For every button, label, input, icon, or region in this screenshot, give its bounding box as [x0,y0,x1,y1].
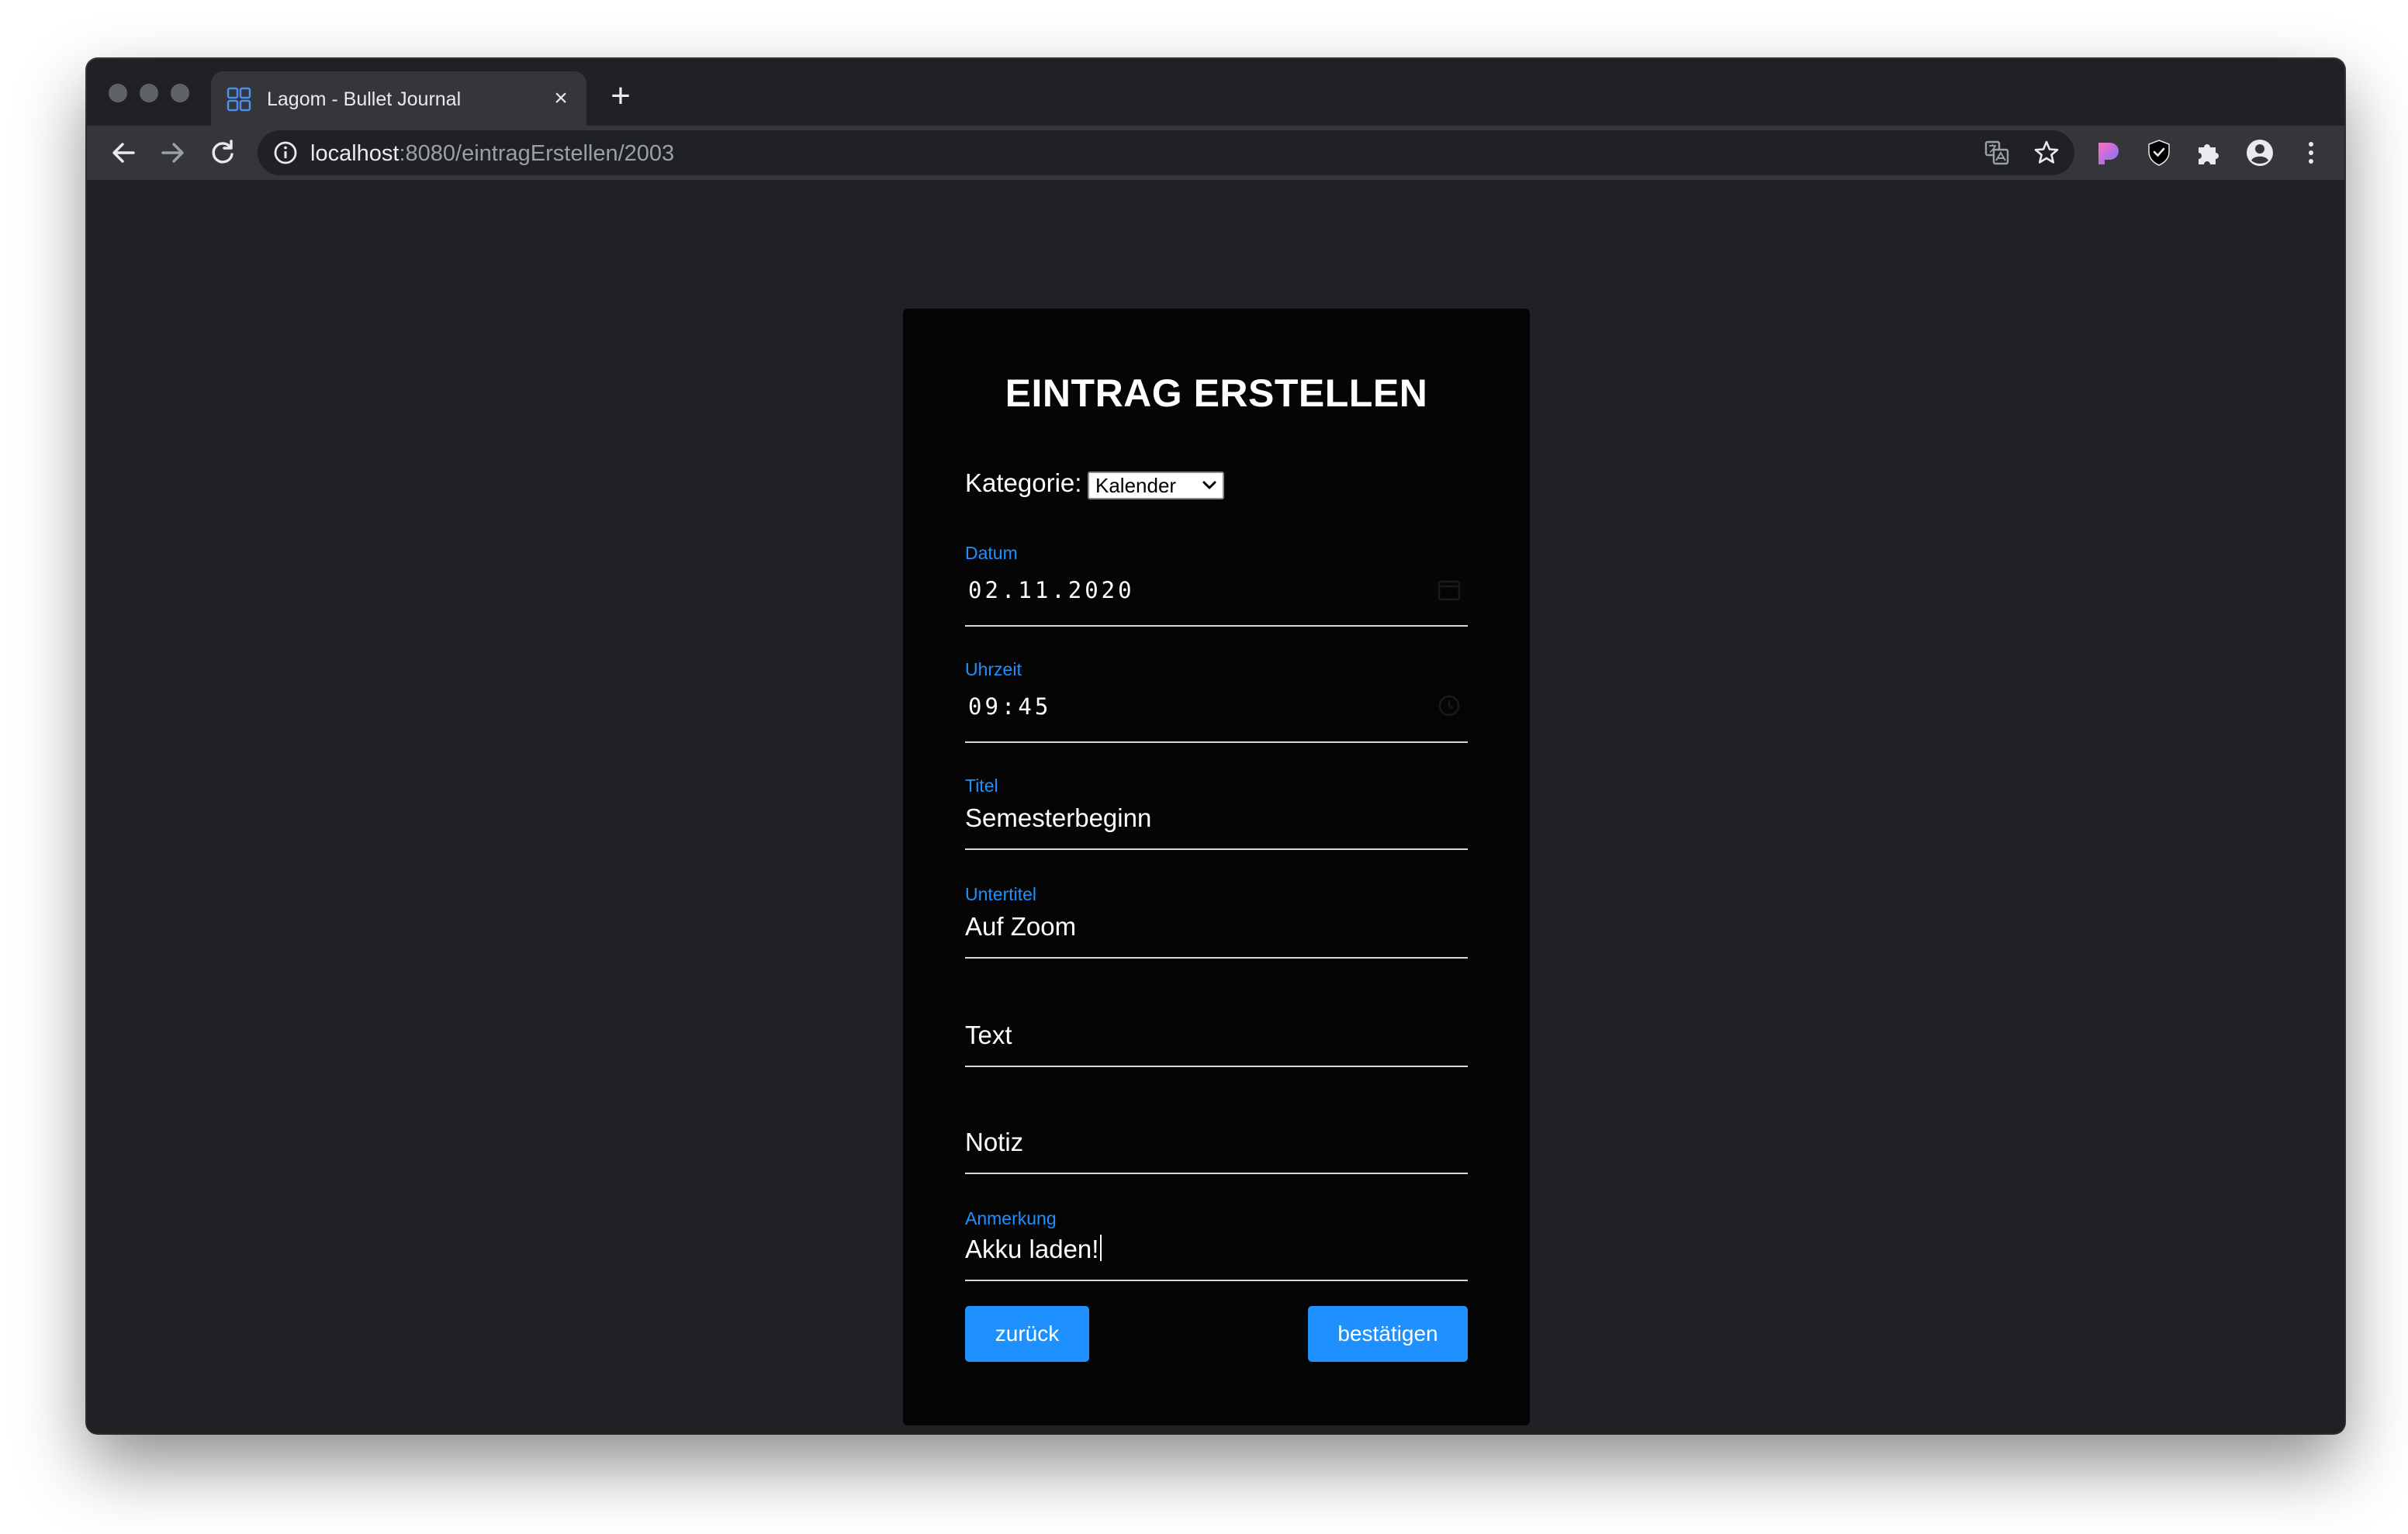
minimize-window-button[interactable] [140,84,158,102]
more-vert-icon[interactable] [2295,136,2327,169]
clock-icon[interactable] [1437,693,1462,718]
kategorie-selected-value: Kalender [1095,474,1177,497]
tab-title: Lagom - Bullet Journal [267,88,462,110]
titel-field[interactable]: Titel Semesterbeginn [965,776,1468,850]
uhrzeit-input[interactable]: 09:45 [968,693,1051,720]
active-tab[interactable]: Lagom - Bullet Journal × [211,71,586,126]
untertitel-input[interactable]: Auf Zoom [965,912,1076,941]
account-icon[interactable] [2244,136,2276,169]
url-text[interactable]: localhost:8080/eintragErstellen/2003 [310,141,674,167]
calendar-icon[interactable] [1437,577,1462,602]
kategorie-select[interactable]: Kalender [1088,472,1224,499]
anmerkung-field[interactable]: Anmerkung Akku laden! [965,1208,1468,1281]
close-icon[interactable]: × [548,85,574,112]
text-caret [1100,1235,1102,1261]
address-bar[interactable]: localhost:8080/eintragErstellen/2003 [258,130,2074,175]
extension-color-icon[interactable] [2091,136,2124,169]
star-icon[interactable] [2031,137,2062,168]
reload-icon[interactable] [203,133,242,172]
anmerkung-input[interactable]: Akku laden! [965,1235,1102,1264]
page-title: EINTRAG ERSTELLEN [1005,371,1428,415]
new-tab-button[interactable]: + [605,79,636,113]
url-path: :8080/eintragErstellen/2003 [399,141,675,166]
arrow-right-icon[interactable] [154,133,192,172]
translate-icon[interactable] [1981,137,2012,168]
titel-label: Titel [965,776,998,796]
anmerkung-value: Akku laden! [965,1235,1099,1263]
browser-toolbar: localhost:8080/eintragErstellen/2003 [87,126,2344,180]
puzzle-icon[interactable] [2192,136,2225,169]
untertitel-field[interactable]: Untertitel Auf Zoom [965,884,1468,959]
arrow-left-icon[interactable] [104,133,143,172]
tab-strip: Lagom - Bullet Journal × + [87,59,2344,126]
datum-field[interactable]: Datum 02.11.2020 [965,543,1468,627]
uhrzeit-field[interactable]: Uhrzeit 09:45 [965,659,1468,743]
grid-icon [227,87,251,112]
titel-input[interactable]: Semesterbeginn [965,803,1151,833]
info-icon[interactable] [270,137,301,168]
close-window-button[interactable] [109,84,127,102]
entry-form-card: EINTRAG ERSTELLEN Kategorie: Kalender Da… [903,309,1530,1425]
url-host: localhost [310,141,400,166]
datum-input[interactable]: 02.11.2020 [968,577,1135,603]
browser-window: Lagom - Bullet Journal × + localhost:808… [87,59,2344,1433]
datum-label: Datum [965,543,1018,563]
kategorie-label: Kategorie: [965,468,1082,497]
page-content: EINTRAG ERSTELLEN Kategorie: Kalender Da… [87,180,2344,1433]
anmerkung-label: Anmerkung [965,1208,1057,1228]
maximize-window-button[interactable] [171,84,189,102]
uhrzeit-label: Uhrzeit [965,659,1022,679]
chevron-down-icon [1202,481,1216,489]
shield-icon[interactable] [2143,136,2175,169]
text-input-placeholder[interactable]: Text [965,1021,1012,1050]
text-field[interactable]: Text [965,993,1468,1067]
untertitel-label: Untertitel [965,884,1037,904]
notiz-field[interactable]: Notiz [965,1101,1468,1174]
notiz-input-placeholder[interactable]: Notiz [965,1128,1023,1157]
back-button[interactable]: zurück [965,1306,1089,1362]
confirm-button[interactable]: bestätigen [1308,1306,1468,1362]
